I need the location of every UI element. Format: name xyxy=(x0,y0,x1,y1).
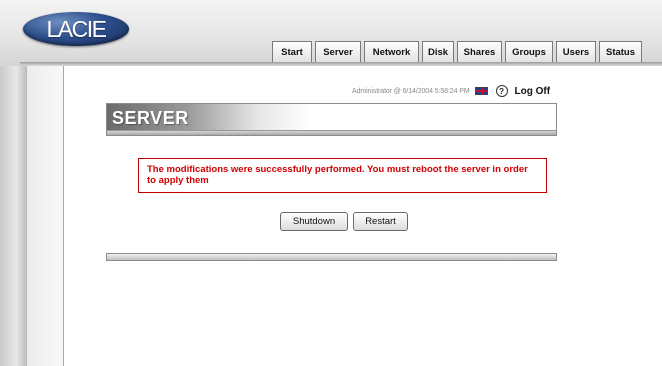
left-gutter-inner xyxy=(27,66,64,366)
user-bar: Administrator @ 6/14/2004 5:58:24 PM ? L… xyxy=(352,84,550,98)
footer-bar xyxy=(106,253,557,261)
tab-disk[interactable]: Disk xyxy=(422,41,454,62)
section-header: SERVER xyxy=(106,103,557,136)
tab-status[interactable]: Status xyxy=(599,41,642,62)
tab-server[interactable]: Server xyxy=(315,41,361,62)
help-icon[interactable]: ? xyxy=(495,85,508,97)
left-gutter xyxy=(0,66,27,366)
user-info: Administrator @ 6/14/2004 5:58:24 PM xyxy=(352,87,470,95)
logo-text: LACIE xyxy=(46,15,107,42)
nav-tabs: Start Server Network Disk Shares Groups … xyxy=(272,41,642,62)
status-message: The modifications were successfully perf… xyxy=(138,158,547,193)
tab-users[interactable]: Users xyxy=(556,41,596,62)
action-buttons: Shutdown Restart xyxy=(280,212,408,231)
section-header-underline xyxy=(107,130,556,135)
header-rule xyxy=(20,62,662,65)
uk-flag-icon[interactable] xyxy=(474,87,488,95)
restart-button[interactable]: Restart xyxy=(353,212,408,231)
page-title: SERVER xyxy=(112,108,189,128)
log-off-link[interactable]: Log Off xyxy=(515,86,551,97)
shutdown-button[interactable]: Shutdown xyxy=(280,212,348,231)
tab-shares[interactable]: Shares xyxy=(457,41,502,62)
lacie-logo: LACIE xyxy=(23,12,129,46)
tab-groups[interactable]: Groups xyxy=(505,41,553,62)
tab-network[interactable]: Network xyxy=(364,41,419,62)
tab-start[interactable]: Start xyxy=(272,41,312,62)
